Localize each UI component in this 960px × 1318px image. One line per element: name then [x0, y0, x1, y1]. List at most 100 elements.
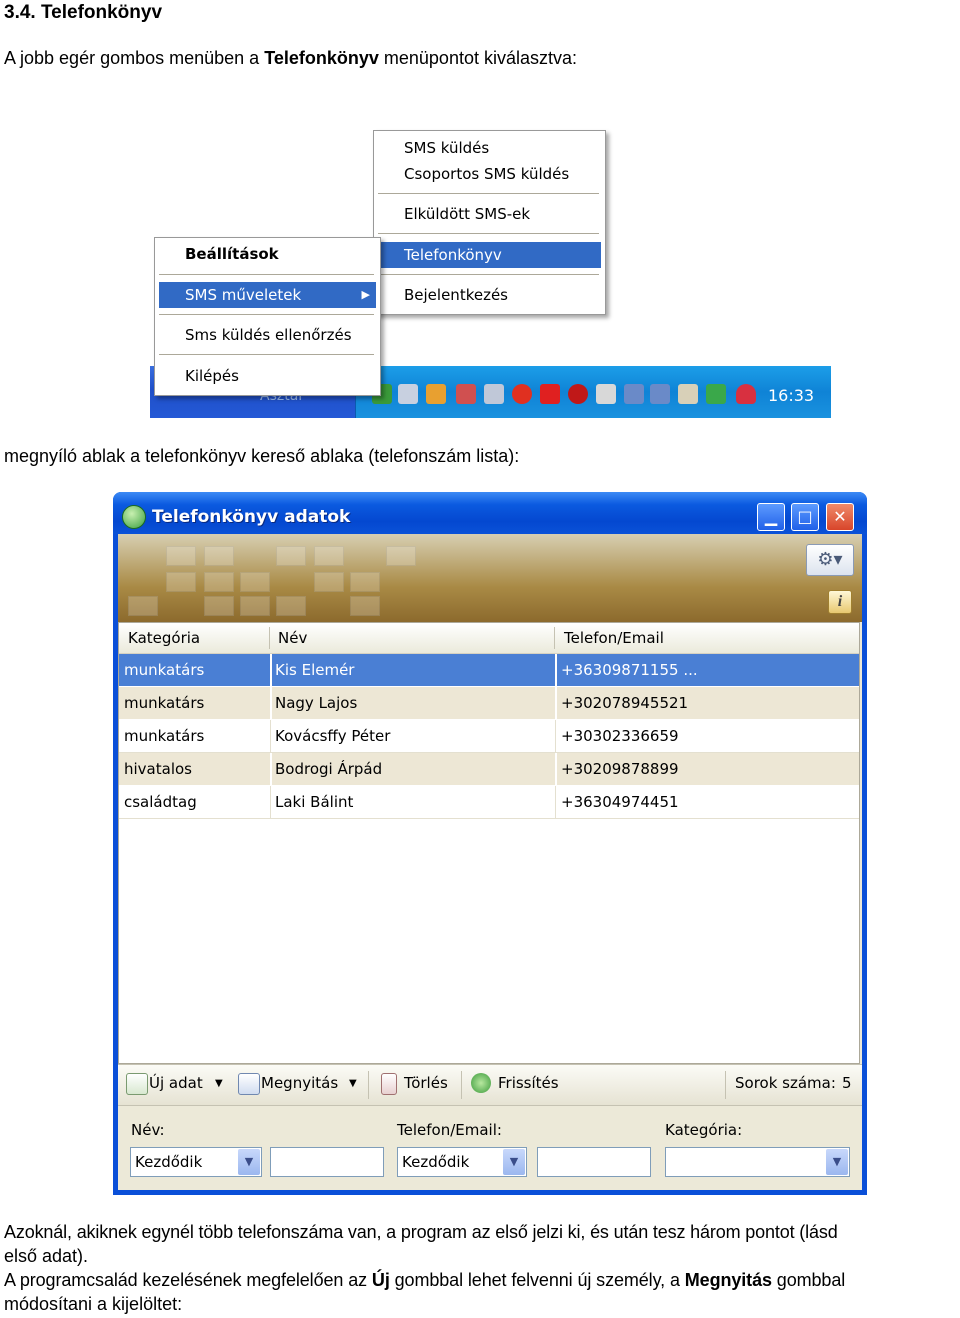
cell-name: Nagy Lajos	[275, 694, 358, 712]
cell-category: munkatárs	[124, 694, 205, 712]
chevron-down-icon: ▼	[826, 1149, 848, 1175]
chevron-down-icon: ▼	[238, 1149, 260, 1175]
menu-item-sms-operations[interactable]: SMS műveletek ▶	[159, 282, 376, 308]
menu-item-sent-sms[interactable]: Elküldött SMS-ek	[378, 201, 601, 227]
toolbar-separator	[461, 1071, 462, 1099]
banner-tile	[204, 546, 234, 566]
phone-match-select[interactable]: Kezdődik ▼	[397, 1147, 527, 1177]
settings-dropdown-button[interactable]: ⚙▾	[806, 544, 854, 576]
network-icon[interactable]	[650, 384, 670, 404]
shield-icon[interactable]	[736, 384, 756, 404]
menu-item-settings[interactable]: Beállítások	[159, 241, 376, 267]
network-icon[interactable]	[624, 384, 644, 404]
menu-separator	[159, 354, 374, 355]
tray-icon[interactable]	[484, 384, 504, 404]
category-select[interactable]: ▼	[665, 1147, 850, 1177]
new-button[interactable]: Új adat	[149, 1074, 203, 1092]
cell-name: Laki Bálint	[275, 793, 354, 811]
printer-icon[interactable]	[596, 384, 616, 404]
name-match-select[interactable]: Kezdődik ▼	[130, 1147, 262, 1177]
banner-tile	[128, 596, 158, 616]
minimize-button[interactable]: ▁	[757, 503, 785, 531]
row-count-value: 5	[842, 1074, 852, 1092]
delete-button[interactable]: Törlés	[404, 1074, 448, 1092]
tray-context-menu: Beállítások SMS műveletek ▶ Sms küldés e…	[154, 237, 381, 396]
banner-tile	[240, 572, 270, 592]
window-title: Telefonkönyv adatok	[152, 507, 351, 527]
banner-tile	[276, 596, 306, 616]
open-dropdown-arrow-icon[interactable]: ▼	[349, 1078, 357, 1089]
tray-icon[interactable]	[540, 384, 560, 404]
column-divider[interactable]	[554, 627, 555, 649]
sms-submenu: SMS küldés Csoportos SMS küldés Elküldöt…	[373, 130, 606, 315]
column-divider[interactable]	[269, 627, 270, 649]
cell-category: hivatalos	[124, 760, 192, 778]
cell-category: munkatárs	[124, 661, 205, 679]
name-search-input[interactable]	[270, 1147, 384, 1177]
close-icon: ✕	[833, 507, 847, 526]
category-filter-label: Kategória:	[665, 1121, 743, 1139]
tray-icon[interactable]	[426, 384, 446, 404]
column-header-name[interactable]: Név	[278, 629, 307, 647]
menu-item-exit[interactable]: Kilépés	[159, 363, 376, 389]
body-paragraph-continued: módosítani a kijelöltet:	[4, 1294, 183, 1314]
cell-name: Kovácsffy Péter	[275, 727, 391, 745]
new-dropdown-arrow-icon[interactable]: ▼	[215, 1078, 223, 1089]
cell-name: Kis Elemér	[275, 661, 355, 679]
banner-tile	[276, 546, 306, 566]
banner-tile	[314, 572, 344, 592]
body-paragraph: A programcsalád kezelésének megfelelően …	[4, 1270, 846, 1290]
column-header-category[interactable]: Kategória	[128, 629, 200, 647]
info-icon: i	[837, 593, 843, 610]
table-row[interactable]: munkatárs Nagy Lajos +302078945521	[119, 687, 859, 720]
chevron-down-icon: ▼	[503, 1149, 525, 1175]
app-icon	[122, 505, 146, 529]
caption-paragraph: megnyíló ablak a telefonkönyv kereső abl…	[4, 446, 520, 466]
menu-separator	[159, 274, 374, 275]
cell-phone: +30302336659	[561, 727, 679, 745]
menu-item-sms-send[interactable]: SMS küldés	[378, 135, 601, 161]
table-header: Kategória Név Telefon/Email	[119, 623, 859, 655]
phone-search-input[interactable]	[537, 1147, 651, 1177]
tray-icon[interactable]	[706, 384, 726, 404]
open-document-icon	[238, 1073, 260, 1095]
menu-item-sms-check[interactable]: Sms küldés ellenőrzés	[159, 322, 376, 348]
banner-tile	[166, 572, 196, 592]
banner-tile	[166, 546, 196, 566]
refresh-button[interactable]: Frissítés	[498, 1074, 559, 1092]
info-button[interactable]: i	[828, 590, 852, 614]
alert-icon[interactable]	[512, 384, 532, 404]
table-row[interactable]: munkatárs Kovácsffy Péter +30302336659	[119, 720, 859, 753]
delete-icon	[381, 1073, 397, 1095]
column-header-phone[interactable]: Telefon/Email	[564, 629, 664, 647]
toolbar-separator	[725, 1071, 726, 1099]
tray-icon[interactable]	[398, 384, 418, 404]
table-row[interactable]: hivatalos Bodrogi Árpád +30209878899	[119, 753, 859, 786]
refresh-icon	[471, 1073, 491, 1093]
body-paragraph-continued: első adat).	[4, 1246, 89, 1266]
banner-tile	[350, 572, 380, 592]
open-button[interactable]: Megnyitás	[261, 1074, 338, 1092]
close-button[interactable]: ✕	[826, 503, 854, 531]
maximize-icon: □	[797, 507, 813, 526]
intro-paragraph: A jobb egér gombos menüben a Telefonköny…	[4, 48, 577, 68]
cell-phone: +302078945521	[561, 694, 689, 712]
maximize-button[interactable]: □	[791, 503, 819, 531]
phonebook-table[interactable]: Kategória Név Telefon/Email munkatárs Ki…	[118, 622, 860, 1064]
cell-phone: +36309871155 ...	[561, 661, 698, 679]
menu-separator	[378, 193, 599, 194]
menu-item-group-sms[interactable]: Csoportos SMS küldés	[378, 161, 601, 187]
table-row[interactable]: családtag Laki Bálint +36304974451	[119, 786, 859, 819]
table-row[interactable]: munkatárs Kis Elemér +36309871155 ...	[119, 654, 859, 687]
cell-name: Bodrogi Árpád	[275, 760, 383, 778]
gear-icon: ⚙▾	[817, 549, 843, 570]
tray-icon[interactable]	[678, 384, 698, 404]
banner-tile	[386, 546, 416, 566]
banner-tile	[204, 572, 234, 592]
menu-item-phonebook[interactable]: Telefonkönyv	[378, 242, 601, 268]
tray-icon[interactable]	[568, 384, 588, 404]
tray-icon[interactable]	[456, 384, 476, 404]
menu-item-login[interactable]: Bejelentkezés	[378, 282, 601, 308]
cell-phone: +36304974451	[561, 793, 679, 811]
toolbar-separator	[368, 1071, 369, 1099]
